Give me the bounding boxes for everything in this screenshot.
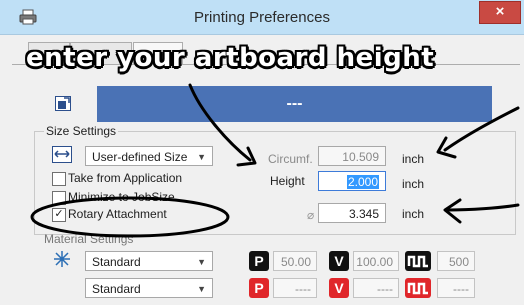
frequency-icon [405,251,431,271]
height-unit: inch [402,177,425,191]
diameter-icon: ⌀ [307,208,315,222]
minimize-to-jobsize-label: Minimize to JobSize [68,190,175,204]
power-value-1: 50.00 [273,251,317,271]
material-settings-legend: Material Settings [44,232,134,246]
height-label: Height [270,174,305,188]
power-badge-icon: P [249,251,269,271]
window-title: Printing Preferences [194,9,330,26]
height-value: 2.000 [346,175,379,189]
preview-bar: --- [97,86,492,122]
material-select-2[interactable]: Standard ▼ [85,278,213,298]
material-select-1[interactable]: Standard ▼ [85,251,213,271]
chevron-down-icon: ▼ [197,152,206,162]
frequency-value-2: ---- [437,278,475,298]
diameter-unit: inch [402,207,425,221]
frequency-value-1: 500 [437,251,475,271]
power-badge-red-icon: P [249,278,269,298]
close-button[interactable]: × [479,1,521,24]
take-from-application-label: Take from Application [68,171,183,185]
velocity-value-1: 100.00 [353,251,399,271]
velocity-value-2: ---- [353,278,399,298]
chevron-down-icon: ▼ [197,284,206,294]
annotation-caption: enter your artboard height [26,43,435,73]
height-field[interactable]: 2.000 [318,171,386,191]
rotary-attachment-label: Rotary Attachment [68,207,167,221]
chevron-down-icon: ▼ [197,257,206,267]
circumference-label: Circumf. [268,152,313,166]
orientation-icon[interactable] [55,96,71,111]
size-icon [52,146,72,163]
material-select-2-value: Standard [92,282,141,296]
minimize-to-jobsize-checkbox[interactable] [52,191,66,205]
velocity-badge-red-icon: V [329,278,349,298]
diameter-field[interactable]: 3.345 [318,203,386,223]
material-select-1-value: Standard [92,255,141,269]
frequency-red-icon [405,278,431,298]
circumference-unit: inch [402,152,425,166]
take-from-application-checkbox[interactable] [52,172,66,186]
size-settings-legend: Size Settings [44,124,119,138]
material-icon [54,251,70,267]
power-value-2: ---- [273,278,317,298]
rotary-attachment-checkbox[interactable]: ✓ [52,208,66,222]
size-select-value: User-defined Size [92,150,188,164]
circumference-field: 10.509 [318,146,386,166]
velocity-badge-icon: V [329,251,349,271]
size-select[interactable]: User-defined Size ▼ [85,146,213,166]
